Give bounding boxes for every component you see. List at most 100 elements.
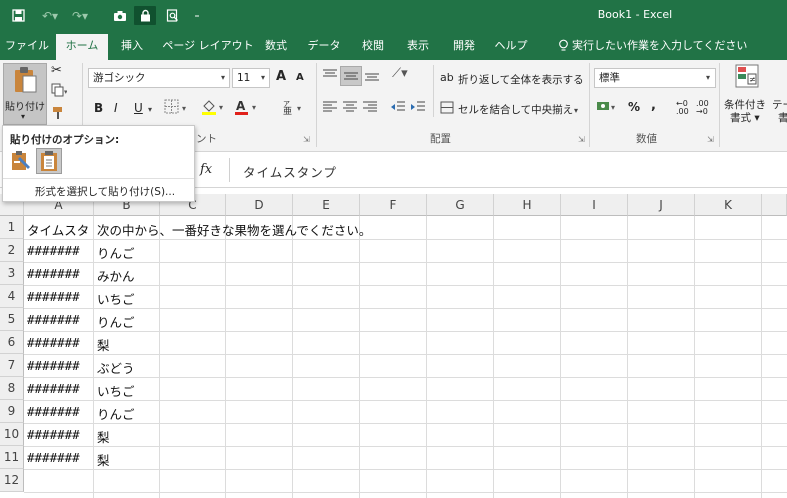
cell-a4[interactable]: ####### [24, 289, 80, 304]
customize-qat-icon[interactable]: ₌ [190, 6, 204, 25]
cell-b8[interactable]: いちご [94, 381, 135, 400]
row-header[interactable]: 8 [0, 377, 24, 400]
cell-b6[interactable]: 梨 [94, 335, 110, 354]
cell-a11[interactable]: ####### [24, 450, 80, 465]
cell-b10[interactable]: 梨 [94, 427, 110, 446]
column-header-e[interactable]: E [293, 194, 360, 216]
cut-icon[interactable]: ✂ [51, 63, 62, 78]
cell-a7[interactable]: ####### [24, 358, 80, 373]
spreadsheet-grid[interactable]: A B C D E F G H I J K 1 タイムスタ 次の中から、一番好き… [0, 194, 787, 498]
align-center-icon[interactable] [342, 100, 358, 117]
font-dialog-launcher-icon[interactable]: ⇲ [303, 135, 310, 144]
cell-a1[interactable]: タイムスタ [24, 220, 89, 239]
shrink-font-icon[interactable]: A [296, 72, 304, 83]
cell-b2[interactable]: りんご [94, 243, 135, 262]
orientation-icon[interactable]: ⟋▾ [392, 66, 408, 81]
column-header-j[interactable]: J [628, 194, 695, 216]
underline-dropdown-icon[interactable]: ▾ [148, 105, 152, 114]
redo-icon[interactable]: ↷▾ [66, 6, 94, 25]
align-left-icon[interactable] [322, 100, 338, 117]
grow-font-icon[interactable]: A [276, 69, 286, 84]
row-header[interactable]: 10 [0, 423, 24, 446]
tab-insert[interactable]: 挿入 [113, 31, 151, 60]
column-header-f[interactable]: F [360, 194, 427, 216]
number-format-dropdown-icon[interactable]: ▾ [706, 73, 710, 82]
align-right-icon[interactable] [362, 100, 378, 117]
top-align-icon[interactable] [322, 68, 338, 85]
bottom-align-icon[interactable] [364, 68, 380, 85]
row-header[interactable]: 3 [0, 262, 24, 285]
cell-a9[interactable]: ####### [24, 404, 80, 419]
wrap-text-button[interactable]: 折り返して全体を表示する [458, 72, 584, 87]
cell-a5[interactable]: ####### [24, 312, 80, 327]
increase-decimal-icon[interactable]: ←0.00 [676, 100, 689, 116]
currency-icon[interactable]: ▾ [596, 100, 618, 117]
tab-formulas[interactable]: 数式 [258, 31, 294, 60]
format-painter-icon[interactable] [51, 106, 65, 123]
row-header[interactable]: 5 [0, 308, 24, 331]
tab-developer[interactable]: 開発 [446, 31, 482, 60]
cell-b1[interactable]: 次の中から、一番好きな果物を選んでください。 [94, 220, 371, 239]
row-header[interactable]: 4 [0, 285, 24, 308]
row-header[interactable]: 2 [0, 239, 24, 262]
formula-input[interactable]: タイムスタンプ [243, 162, 337, 181]
underline-button[interactable]: U [134, 101, 143, 115]
column-header-i[interactable]: I [561, 194, 628, 216]
number-dialog-launcher-icon[interactable]: ⇲ [707, 135, 714, 144]
column-header-l-partial[interactable] [762, 194, 787, 216]
print-preview-icon[interactable] [162, 6, 182, 25]
cell-a3[interactable]: ####### [24, 266, 80, 281]
undo-icon[interactable]: ↶▾ [36, 6, 64, 25]
row-header[interactable]: 1 [0, 216, 24, 239]
cell-b4[interactable]: いちご [94, 289, 135, 308]
cell-b3[interactable]: みかん [94, 266, 135, 285]
tab-file[interactable]: ファイル [2, 31, 52, 60]
merge-center-icon[interactable] [440, 101, 454, 117]
percent-button[interactable]: % [628, 100, 640, 114]
decrease-decimal-icon[interactable]: .00 →0 [696, 100, 709, 116]
paste-special-item[interactable]: 形式を選択して貼り付け(S)... [35, 184, 175, 199]
column-header-g[interactable]: G [427, 194, 494, 216]
tab-review[interactable]: 校閲 [355, 31, 391, 60]
number-format-box[interactable]: 標準 [594, 68, 716, 88]
alignment-dialog-launcher-icon[interactable]: ⇲ [578, 135, 585, 144]
row-header[interactable]: 6 [0, 331, 24, 354]
paste-keep-source-icon[interactable] [10, 150, 32, 175]
merge-dropdown-icon[interactable]: ▾ [574, 106, 578, 115]
row-header[interactable]: 9 [0, 400, 24, 423]
tab-home[interactable]: ホーム [56, 34, 108, 60]
font-name-box[interactable]: 游ゴシック [88, 68, 230, 88]
cell-b5[interactable]: りんご [94, 312, 135, 331]
column-header-k[interactable]: K [695, 194, 762, 216]
merge-center-button[interactable]: セルを結合して中央揃え [458, 102, 573, 117]
column-header-h[interactable]: H [494, 194, 561, 216]
save-icon[interactable] [8, 6, 28, 25]
column-header-d[interactable]: D [226, 194, 293, 216]
tab-view[interactable]: 表示 [400, 31, 436, 60]
row-header[interactable]: 11 [0, 446, 24, 469]
copy-icon[interactable]: ▾ [51, 83, 68, 100]
italic-button[interactable]: I [114, 101, 118, 115]
tab-data[interactable]: データ [302, 31, 346, 60]
cell-a2[interactable]: ####### [24, 243, 80, 258]
tell-me-search[interactable]: 実行したい作業を入力してください [572, 31, 747, 60]
cell-b7[interactable]: ぶどう [94, 358, 135, 377]
cell-a6[interactable]: ####### [24, 335, 80, 350]
decrease-indent-icon[interactable] [390, 100, 406, 117]
phonetic-icon[interactable]: ア亜 ▾ [282, 99, 308, 118]
cell-a10[interactable]: ####### [24, 427, 80, 442]
row-header[interactable]: 12 [0, 469, 24, 492]
increase-indent-icon[interactable] [410, 100, 426, 117]
lock-icon[interactable] [134, 6, 156, 25]
borders-icon[interactable]: ▾ [164, 99, 190, 118]
cell-b9[interactable]: りんご [94, 404, 135, 423]
wrap-text-icon[interactable]: ab [440, 71, 454, 84]
font-name-dropdown-icon[interactable]: ▾ [221, 73, 225, 82]
cell-b11[interactable]: 梨 [94, 450, 110, 469]
font-color-icon[interactable]: A ▾ [233, 98, 261, 119]
tab-help[interactable]: ヘルプ [490, 31, 532, 60]
cell-a8[interactable]: ####### [24, 381, 80, 396]
fill-color-icon[interactable]: ▾ [200, 98, 228, 119]
comma-button[interactable]: , [651, 98, 656, 113]
bold-button[interactable]: B [94, 101, 103, 115]
